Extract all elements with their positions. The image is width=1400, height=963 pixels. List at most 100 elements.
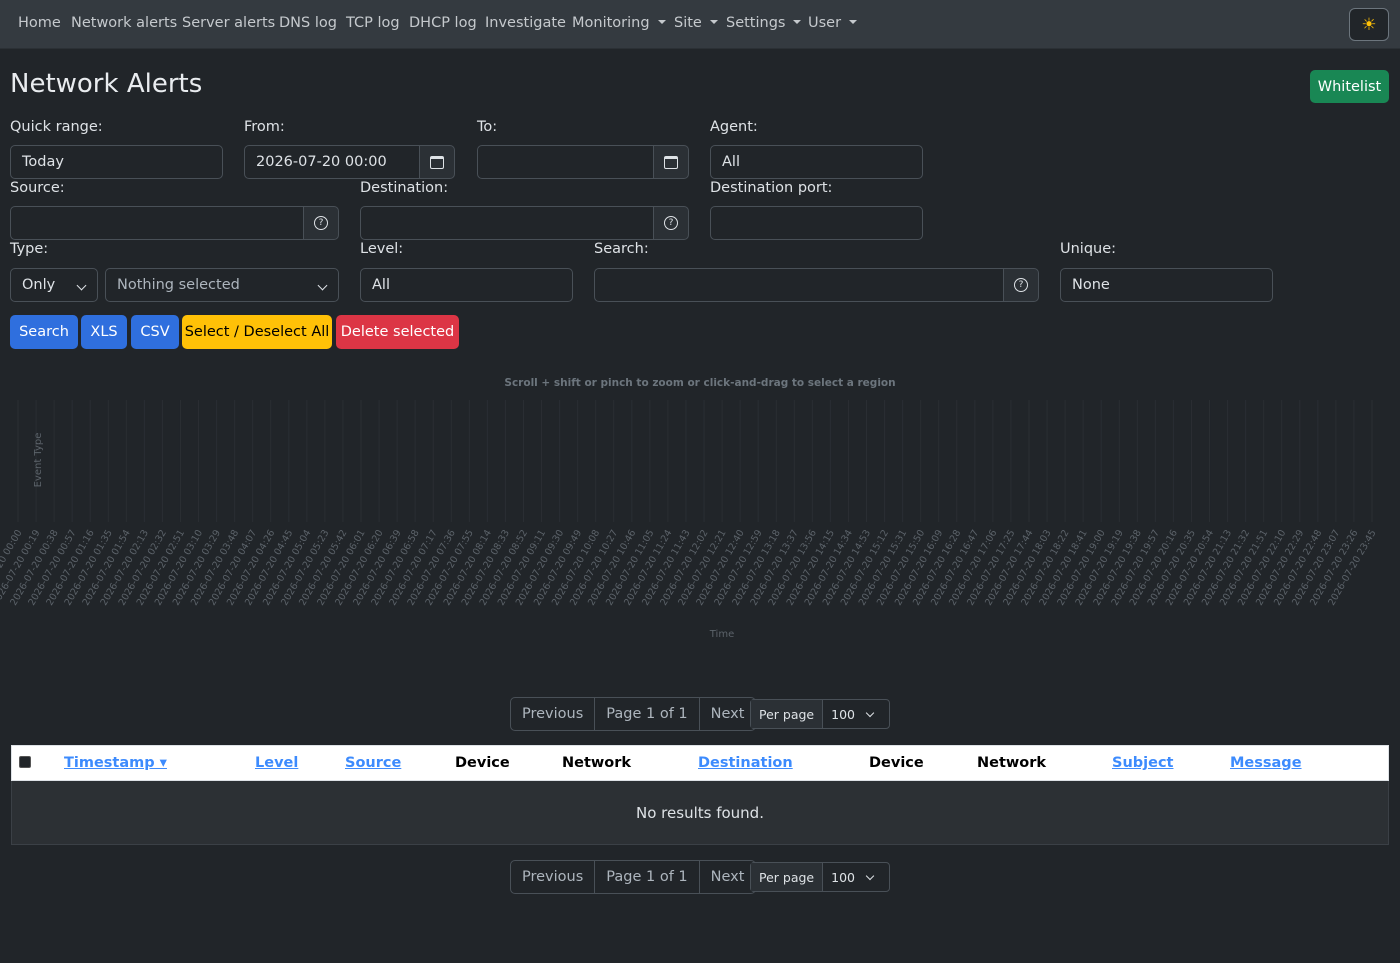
level-label: Level: xyxy=(360,241,404,257)
nav-investigate[interactable]: Investigate xyxy=(485,15,566,31)
chart-y-axis-label: Event Type xyxy=(33,433,44,488)
chevron-down-icon xyxy=(865,871,875,881)
column-source[interactable]: Source xyxy=(345,755,401,771)
next-page-button[interactable]: Next xyxy=(698,698,756,730)
nav-settings-label: Settings xyxy=(726,15,786,31)
nav-settings-dropdown[interactable]: Settings xyxy=(726,15,802,31)
quick-range-select[interactable]: Today xyxy=(10,145,223,179)
navbar: Home Network alerts Server alerts DNS lo… xyxy=(0,0,1400,49)
caret-down-icon xyxy=(849,20,858,24)
select-deselect-all-button[interactable]: Select / Deselect All xyxy=(182,315,332,349)
column-subject[interactable]: Subject xyxy=(1112,755,1173,771)
nav-home[interactable]: Home xyxy=(18,15,61,31)
column-source-device: Device xyxy=(455,755,510,771)
per-page-select-top[interactable]: Per page 100 xyxy=(750,699,890,729)
pagination-top: Previous Page 1 of 1 Next xyxy=(510,697,757,731)
xls-export-button[interactable]: XLS xyxy=(81,315,127,349)
search-help-button[interactable]: ? xyxy=(1003,268,1039,302)
calendar-icon xyxy=(430,155,444,169)
quick-range-label: Quick range: xyxy=(10,119,103,135)
per-page-label: Per page xyxy=(751,700,824,728)
nav-user-dropdown[interactable]: User xyxy=(808,15,858,31)
from-value: 2026-07-20 00:00 xyxy=(256,154,387,170)
page-title: Network Alerts xyxy=(10,69,203,99)
column-destination[interactable]: Destination xyxy=(698,755,793,771)
from-calendar-button[interactable] xyxy=(419,145,455,179)
caret-down-icon xyxy=(709,20,718,24)
agent-select[interactable]: All xyxy=(710,145,923,179)
to-input[interactable] xyxy=(477,145,654,179)
type-label: Type: xyxy=(10,241,49,257)
delete-selected-button[interactable]: Delete selected xyxy=(336,315,459,349)
to-label: To: xyxy=(477,119,498,135)
nav-server-alerts[interactable]: Server alerts xyxy=(182,15,275,31)
type-mode-value: Only xyxy=(22,277,56,293)
chevron-down-icon xyxy=(76,280,87,291)
to-calendar-button[interactable] xyxy=(653,145,689,179)
nav-site-label: Site xyxy=(674,15,702,31)
page-info: Page 1 of 1 xyxy=(594,861,698,893)
event-timeline-chart[interactable]: 2026-07-20 00:002026-07-20 00:192026-07-… xyxy=(0,390,1400,650)
quick-range-value: Today xyxy=(22,154,64,170)
destination-label: Destination: xyxy=(360,180,449,196)
chevron-down-icon xyxy=(317,280,328,291)
from-input[interactable]: 2026-07-20 00:00 xyxy=(244,145,420,179)
next-page-button[interactable]: Next xyxy=(698,861,756,893)
per-page-value[interactable]: 100 xyxy=(823,700,889,728)
calendar-icon xyxy=(664,155,678,169)
type-mode-select[interactable]: Only xyxy=(10,268,98,302)
chart-hint: Scroll + shift or pinch to zoom or click… xyxy=(504,377,896,389)
caret-down-icon xyxy=(657,20,666,24)
table-header: Timestamp ▾ Level Source Device Network … xyxy=(11,745,1389,781)
empty-message: No results found. xyxy=(636,803,764,822)
per-page-number: 100 xyxy=(831,706,855,722)
destination-port-label: Destination port: xyxy=(710,180,833,196)
chevron-down-icon xyxy=(865,708,875,718)
destination-port-input[interactable] xyxy=(710,206,923,240)
unique-value: None xyxy=(1072,277,1110,293)
select-all-checkbox[interactable] xyxy=(19,756,31,768)
unique-select[interactable]: None xyxy=(1060,268,1273,302)
table-body: No results found. xyxy=(11,781,1389,845)
nav-site-dropdown[interactable]: Site xyxy=(674,15,718,31)
previous-page-button[interactable]: Previous xyxy=(511,861,594,893)
nav-dhcp-log[interactable]: DHCP log xyxy=(409,15,477,31)
column-source-network: Network xyxy=(562,755,632,771)
search-label: Search: xyxy=(594,241,649,257)
column-message[interactable]: Message xyxy=(1230,755,1302,771)
nav-tcp-log[interactable]: TCP log xyxy=(346,15,400,31)
destination-help-button[interactable]: ? xyxy=(653,206,689,240)
from-label: From: xyxy=(244,119,285,135)
caret-down-icon xyxy=(793,20,802,24)
level-select[interactable]: All xyxy=(360,268,573,302)
column-destination-device: Device xyxy=(869,755,924,771)
column-level[interactable]: Level xyxy=(255,755,298,771)
source-input[interactable] xyxy=(10,206,304,240)
page-info: Page 1 of 1 xyxy=(594,698,698,730)
question-circle-icon: ? xyxy=(1014,278,1028,292)
pagination-bottom: Previous Page 1 of 1 Next xyxy=(510,860,757,894)
agent-value: All xyxy=(722,154,740,170)
whitelist-button[interactable]: Whitelist xyxy=(1310,70,1389,103)
per-page-number: 100 xyxy=(831,869,855,885)
source-help-button[interactable]: ? xyxy=(303,206,339,240)
previous-page-button[interactable]: Previous xyxy=(511,698,594,730)
column-destination-network: Network xyxy=(977,755,1047,771)
question-circle-icon: ? xyxy=(314,216,328,230)
nav-network-alerts[interactable]: Network alerts xyxy=(71,15,177,31)
per-page-label: Per page xyxy=(751,863,824,891)
type-multiselect[interactable]: Nothing selected xyxy=(105,268,339,302)
per-page-value[interactable]: 100 xyxy=(823,863,889,891)
nav-user-label: User xyxy=(808,15,842,31)
column-timestamp[interactable]: Timestamp ▾ xyxy=(64,755,167,771)
nav-dns-log[interactable]: DNS log xyxy=(279,15,337,31)
csv-export-button[interactable]: CSV xyxy=(131,315,179,349)
nav-monitoring-dropdown[interactable]: Monitoring xyxy=(572,15,666,31)
theme-toggle-button[interactable]: ☀ xyxy=(1349,8,1389,41)
sun-icon: ☀ xyxy=(1361,14,1377,35)
search-button[interactable]: Search xyxy=(10,315,78,349)
per-page-select-bottom[interactable]: Per page 100 xyxy=(750,862,890,892)
search-input[interactable] xyxy=(594,268,1004,302)
chart-x-axis-label: Time xyxy=(709,629,734,640)
destination-input[interactable] xyxy=(360,206,654,240)
